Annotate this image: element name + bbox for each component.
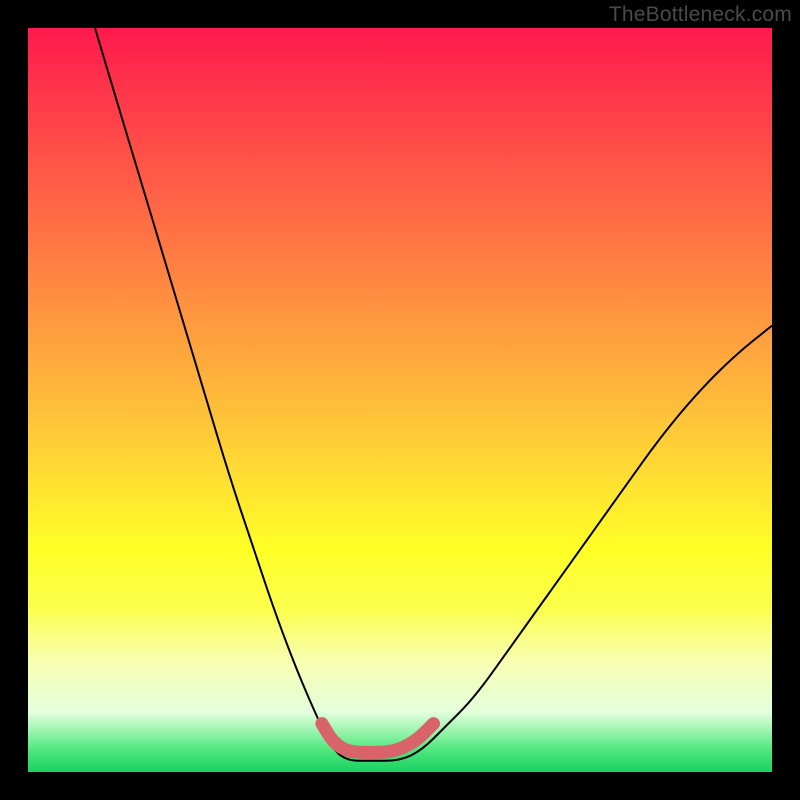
bottleneck-curve-path (95, 28, 772, 761)
highlight-segment-path (322, 724, 434, 753)
gradient-plot-area (28, 28, 772, 772)
watermark-text: TheBottleneck.com (609, 3, 792, 27)
chart-svg (28, 28, 772, 772)
outer-frame: TheBottleneck.com (0, 0, 800, 800)
